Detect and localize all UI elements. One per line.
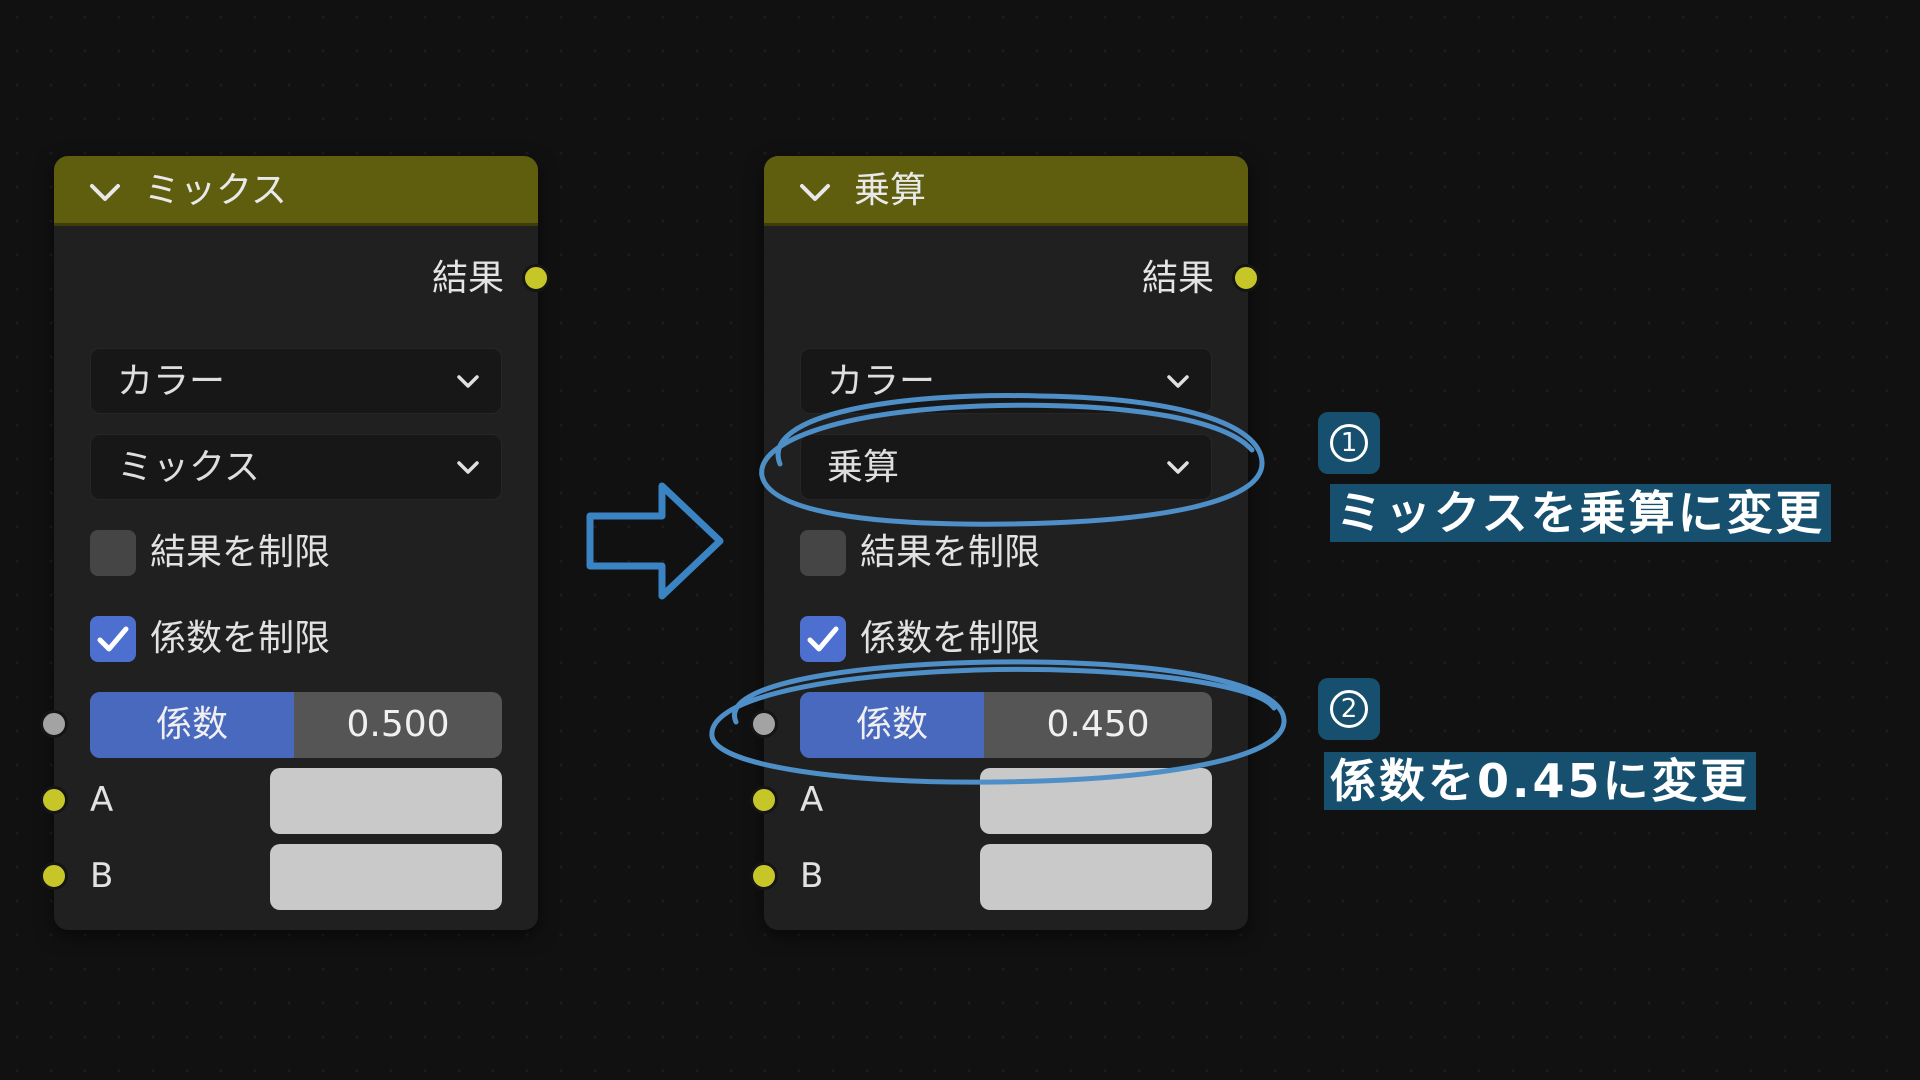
- dropdown-value: ミックス: [117, 447, 260, 488]
- input-socket-factor[interactable]: [40, 710, 68, 738]
- annotation-text-1: ミックスを乗算に変更: [1330, 484, 1831, 542]
- color-field-a[interactable]: [270, 768, 502, 834]
- chevron-down-icon: [457, 461, 479, 474]
- output-label-result: 結果: [431, 258, 504, 299]
- chevron-down-icon: [457, 375, 479, 388]
- clamp-factor-label: 係数を制限: [150, 618, 331, 659]
- chevron-down-icon[interactable]: [798, 182, 832, 204]
- highlight-loop-factor: [709, 659, 1287, 785]
- input-socket-a[interactable]: [40, 786, 68, 814]
- output-label-result: 結果: [1141, 258, 1214, 299]
- slider-label: 係数: [155, 704, 228, 745]
- input-b-label: B: [800, 856, 824, 896]
- annotation-text-2: 係数を0.45に変更: [1324, 752, 1756, 810]
- node-header[interactable]: 乗算: [764, 156, 1248, 226]
- annotation-number-text: 1: [1340, 428, 1358, 458]
- mix-node-left[interactable]: ミックス 結果 カラー ミックス 結果を制限 係数を制限 係数 0.500 A …: [40, 156, 550, 930]
- arrow-right-icon: [586, 482, 724, 600]
- clamp-result-checkbox[interactable]: [90, 530, 136, 576]
- clamp-factor-checkbox[interactable]: [90, 616, 136, 662]
- node-header[interactable]: ミックス: [54, 156, 538, 226]
- clamp-result-label: 結果を制限: [150, 532, 331, 573]
- output-socket-result[interactable]: [1232, 264, 1260, 292]
- factor-slider[interactable]: 係数 0.500: [90, 692, 502, 758]
- node-title: 乗算: [854, 170, 927, 211]
- input-b-label: B: [90, 856, 114, 896]
- checkmark-icon: [97, 626, 129, 652]
- input-socket-b[interactable]: [750, 862, 778, 890]
- input-a-label: A: [90, 780, 114, 820]
- data-type-dropdown[interactable]: カラー: [90, 348, 502, 414]
- chevron-down-icon[interactable]: [88, 182, 122, 204]
- slider-value: 0.500: [346, 704, 450, 745]
- annotation-number-text: 2: [1340, 694, 1358, 724]
- blend-mode-dropdown[interactable]: ミックス: [90, 434, 502, 500]
- node-title: ミックス: [144, 170, 287, 211]
- color-field-b[interactable]: [980, 844, 1212, 910]
- highlight-loop-blend-mode: [759, 393, 1265, 527]
- dropdown-value: カラー: [117, 361, 226, 402]
- annotation-number-2: 2: [1318, 678, 1380, 740]
- color-field-b[interactable]: [270, 844, 502, 910]
- annotation-number-1: 1: [1318, 412, 1380, 474]
- input-socket-b[interactable]: [40, 862, 68, 890]
- output-socket-result[interactable]: [522, 264, 550, 292]
